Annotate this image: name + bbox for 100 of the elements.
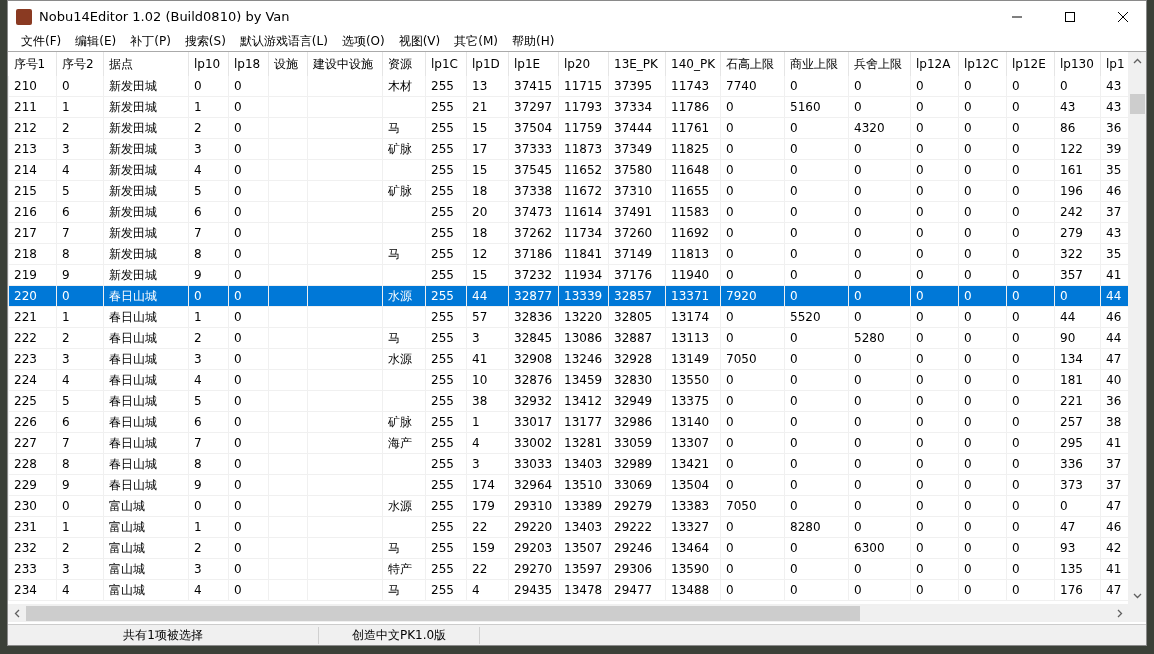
table-cell: 18 (466, 222, 509, 244)
table-cell: 0 (910, 495, 959, 517)
table-cell: 37186 (508, 243, 559, 265)
table-cell: 0 (958, 285, 1007, 307)
table-row[interactable]: 211 1 新发田城 1 0 255 21 37297 11793 37334 11786 0 5160 0 0 0 0 43 43 (8, 96, 1128, 118)
menu-item[interactable]: 视图(V) (391, 32, 448, 51)
status-text: 创造中文PK1.0版 (319, 626, 480, 644)
table-cell: 0 (848, 579, 911, 601)
menu-item[interactable]: 编辑(E) (68, 32, 124, 51)
table-cell: 32932 (508, 390, 559, 412)
table-cell: 4 (188, 159, 229, 181)
table-cell: 0 (188, 495, 229, 517)
table-row[interactable]: 227 7 春日山城 7 0 海产 255 4 33002 13281 33059 13307 0 0 0 0 0 0 295 41 (8, 432, 1128, 454)
table-cell: 水源 (382, 348, 426, 370)
table-cell: 0 (958, 96, 1007, 118)
table-cell: 0 (958, 495, 1007, 517)
scroll-up-icon[interactable] (1132, 56, 1142, 66)
table-row[interactable]: 223 3 春日山城 3 0 水源 255 41 32908 13246 32928 13149 7050 0 0 0 0 0 134 47 (8, 348, 1128, 370)
menu-item[interactable]: 选项(O) (334, 32, 392, 51)
table-row[interactable]: 214 4 新发田城 4 0 255 15 37545 11652 37580 11648 0 0 0 0 0 0 161 35 (8, 159, 1128, 181)
table-row[interactable]: 210 0 新发田城 0 0 木材 255 13 37415 11715 37395 11743 7740 0 0 0 0 0 0 43 (8, 76, 1128, 97)
table-cell: 7 (56, 432, 104, 454)
table-row[interactable]: 234 4 富山城 4 0 马 255 4 29435 13478 29477 13488 0 0 0 0 0 0 176 47 (8, 579, 1128, 601)
table-row[interactable]: 228 8 春日山城 8 0 255 3 33033 13403 32989 13421 0 0 0 0 0 0 336 37 (8, 453, 1128, 475)
table-cell: 3 (188, 558, 229, 580)
table-cell: 4320 (848, 117, 911, 139)
vertical-scrollbar[interactable] (1128, 52, 1146, 604)
table-cell: 春日山城 (103, 432, 189, 454)
table-cell: 7 (188, 222, 229, 244)
table-cell: 255 (425, 327, 467, 349)
table-row[interactable]: 221 1 春日山城 1 0 255 57 32836 13220 32805 13174 0 5520 0 0 0 0 44 46 (8, 306, 1128, 328)
table-row[interactable]: 212 2 新发田城 2 0 马 255 15 37504 11759 37444 11761 0 0 4320 0 0 0 86 36 (8, 117, 1128, 139)
table-cell: 0 (784, 453, 849, 475)
table-row[interactable]: 213 3 新发田城 3 0 矿脉 255 17 37333 11873 37349 11825 0 0 0 0 0 0 122 39 (8, 138, 1128, 160)
table-cell: 336 (1054, 453, 1101, 475)
table-row[interactable]: 217 7 新发田城 7 0 255 18 37262 11734 37260 11692 0 0 0 0 0 0 279 43 (8, 222, 1128, 244)
table-row[interactable]: 222 2 春日山城 2 0 马 255 3 32845 13086 32887 13113 0 0 5280 0 0 0 90 44 (8, 327, 1128, 349)
table-cell: 295 (1054, 432, 1101, 454)
menu-item[interactable]: 帮助(H) (505, 32, 562, 51)
table-cell: 22 (466, 558, 509, 580)
table-cell: 0 (958, 369, 1007, 391)
table-cell: 3 (466, 327, 509, 349)
menu-item[interactable]: 搜索(S) (177, 32, 233, 51)
table-row[interactable]: 218 8 新发田城 8 0 马 255 12 37186 11841 37149 11813 0 0 0 0 0 0 322 35 (8, 243, 1128, 265)
table-cell: 222 (8, 327, 57, 349)
table-cell: 新发田城 (103, 264, 189, 286)
table-cell: 新发田城 (103, 243, 189, 265)
table-cell: 0 (910, 222, 959, 244)
table-cell: 0 (1006, 76, 1055, 97)
table-cell: 0 (1006, 411, 1055, 433)
scroll-left-icon[interactable] (12, 608, 22, 618)
table-row[interactable]: 231 1 富山城 1 0 255 22 29220 13403 29222 13327 0 8280 0 0 0 0 47 46 (8, 516, 1128, 538)
table-cell: 0 (228, 243, 269, 265)
table-cell: 32989 (608, 453, 666, 475)
menu-item[interactable]: 默认游戏语言(L) (232, 32, 335, 51)
table-cell: 13383 (665, 495, 721, 517)
table-cell: 6 (188, 411, 229, 433)
table-cell: 0 (910, 474, 959, 496)
table-cell: 春日山城 (103, 411, 189, 433)
table-row[interactable]: 225 5 春日山城 5 0 255 38 32932 13412 32949 13375 0 0 0 0 0 0 221 36 (8, 390, 1128, 412)
table-cell: 4 (188, 369, 229, 391)
table-cell: 0 (228, 432, 269, 454)
table-cell: 9 (188, 474, 229, 496)
scrollbar-thumb[interactable] (1129, 94, 1145, 114)
table-row[interactable]: 233 3 富山城 3 0 特产 255 22 29270 13597 29306 13590 0 0 0 0 0 0 135 41 (8, 558, 1128, 580)
table-cell: 0 (720, 138, 785, 160)
table-row[interactable]: 232 2 富山城 2 0 马 255 159 29203 13507 29246 13464 0 0 6300 0 0 0 93 42 (8, 537, 1128, 559)
menu-item[interactable]: 文件(F) (14, 32, 69, 51)
table-row[interactable]: 224 4 春日山城 4 0 255 10 32876 13459 32830 13550 0 0 0 0 0 0 181 40 (8, 369, 1128, 391)
table-row[interactable]: 226 6 春日山城 6 0 矿脉 255 1 33017 13177 32986 13140 0 0 0 0 0 0 257 38 (8, 411, 1128, 433)
table-cell: 8 (188, 453, 229, 475)
table-row[interactable]: 216 6 新发田城 6 0 255 20 37473 11614 37491 11583 0 0 0 0 0 0 242 37 (8, 201, 1128, 223)
scrollbar-thumb[interactable] (26, 605, 860, 621)
menu-item[interactable]: 补丁(P) (123, 32, 178, 51)
table-cell: 159 (466, 537, 509, 559)
table-row[interactable]: 230 0 富山城 0 0 水源 255 179 29310 13389 29279 13383 7050 0 0 0 0 0 0 47 (8, 495, 1128, 517)
table-cell: 0 (784, 138, 849, 160)
table-cell: 5280 (848, 327, 911, 349)
table-cell: 0 (784, 369, 849, 391)
menu-item[interactable]: 其它(M) (447, 32, 505, 51)
table-cell: 0 (958, 411, 1007, 433)
table-cell: 134 (1054, 348, 1101, 370)
table-cell: 0 (720, 474, 785, 496)
table-cell: 0 (720, 369, 785, 391)
table-cell: 0 (1006, 222, 1055, 244)
table-cell: 0 (720, 96, 785, 118)
table-cell: 0 (848, 474, 911, 496)
table-cell: 0 (784, 411, 849, 433)
table-row[interactable]: 220 0 春日山城 0 0 水源 255 44 32877 13339 32857 13371 7920 0 0 0 0 0 0 44 (8, 285, 1128, 307)
table-row[interactable]: 229 9 春日山城 9 0 255 174 32964 13510 33069 13504 0 0 0 0 0 0 373 37 (8, 474, 1128, 496)
horizontal-scrollbar[interactable] (8, 604, 1128, 622)
table-cell: 0 (720, 306, 785, 328)
table-cell: 7 (188, 432, 229, 454)
table-cell: 8 (56, 453, 104, 475)
table-cell: 37415 (508, 76, 559, 97)
table-row[interactable]: 215 5 新发田城 5 0 矿脉 255 18 37338 11672 37310 11655 0 0 0 0 0 0 196 46 (8, 180, 1128, 202)
table-cell: 0 (910, 327, 959, 349)
table-row[interactable]: 219 9 新发田城 9 0 255 15 37232 11934 37176 11940 0 0 0 0 0 0 357 41 (8, 264, 1128, 286)
table-cell: 0 (848, 558, 911, 580)
table-cell: 0 (958, 222, 1007, 244)
